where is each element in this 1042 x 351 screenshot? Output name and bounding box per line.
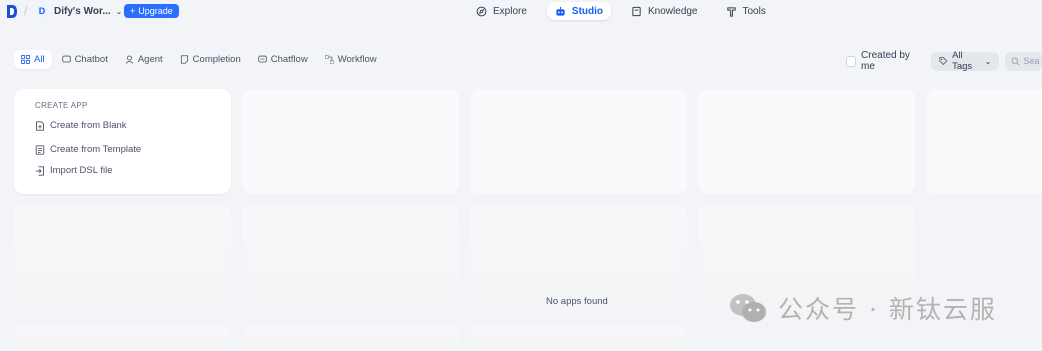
nav-knowledge-label: Knowledge: [648, 5, 698, 17]
watermark: 公众号 · 新钛云服: [728, 290, 997, 326]
book-icon: [632, 6, 641, 16]
app-card-placeholder: [926, 89, 1042, 194]
robot-icon: [556, 6, 565, 16]
create-from-blank-label: Create from Blank: [50, 120, 127, 131]
app-type-tabs: All Chatbot Agent Completion Chatflow Wo…: [14, 50, 384, 69]
create-from-template-button[interactable]: Create from Template: [35, 144, 141, 155]
tab-chatbot[interactable]: Chatbot: [55, 50, 115, 69]
created-by-me-label: Created by me: [861, 50, 910, 72]
app-card-placeholder: [698, 89, 915, 194]
created-by-me-filter[interactable]: Created by me: [846, 50, 919, 72]
app-card-placeholder: [14, 325, 231, 351]
nav-tools[interactable]: Tools: [718, 2, 774, 20]
search-input[interactable]: Sea: [1005, 51, 1042, 71]
tab-all[interactable]: All: [14, 50, 52, 69]
workflow-icon: [324, 55, 334, 64]
dify-logo-icon[interactable]: [6, 4, 18, 19]
blank-file-icon: [36, 120, 44, 131]
import-dsl-label: Import DSL file: [50, 165, 113, 176]
grid-icon: [21, 55, 30, 64]
nav-explore[interactable]: Explore: [468, 2, 535, 20]
tag-icon: [939, 57, 948, 66]
tab-all-label: All: [34, 54, 45, 65]
workspace-avatar: D: [35, 4, 49, 18]
chevron-down-icon: ⌄: [115, 6, 123, 16]
top-bar: / D Dify's Wor... ⌄ + Upgrade Explore St…: [0, 0, 1042, 28]
breadcrumb-separator: /: [24, 4, 28, 18]
filter-bar: Created by me All Tags ⌄ Sea: [846, 50, 1042, 72]
hammer-icon: [726, 6, 736, 17]
app-card-placeholder: [470, 325, 687, 351]
nav-tools-label: Tools: [742, 5, 766, 17]
tab-chatflow[interactable]: Chatflow: [251, 50, 315, 69]
created-by-me-checkbox[interactable]: [846, 55, 857, 67]
tab-agent[interactable]: Agent: [118, 50, 170, 69]
app-card-placeholder: [242, 325, 459, 351]
app-card-placeholder: [470, 89, 687, 194]
tab-workflow-label: Workflow: [337, 54, 377, 65]
nav-knowledge[interactable]: Knowledge: [623, 2, 705, 20]
tab-completion[interactable]: Completion: [173, 50, 248, 69]
plus-icon: +: [130, 6, 136, 16]
compass-icon: [476, 6, 487, 16]
chevron-down-icon: ⌄: [984, 56, 992, 66]
nav-explore-label: Explore: [493, 5, 527, 17]
workspace-name: Dify's Wor...: [54, 5, 111, 17]
chatflow-icon: [258, 55, 267, 63]
tab-agent-label: Agent: [137, 54, 163, 65]
tab-completion-label: Completion: [192, 54, 241, 65]
tags-dropdown[interactable]: All Tags ⌄: [931, 50, 1000, 72]
tab-chatbot-label: Chatbot: [74, 54, 108, 65]
tab-workflow[interactable]: Workflow: [318, 50, 384, 69]
watermark-text: 公众号 · 新钛云服: [778, 295, 997, 324]
upgrade-button[interactable]: + Upgrade: [124, 4, 179, 18]
create-app-title: CREATE APP: [35, 101, 88, 110]
create-app-card: CREATE APP Create from Blank Create from…: [14, 89, 231, 194]
empty-state-message: No apps found: [546, 296, 608, 307]
main-nav: Explore Studio Knowledge Tools: [468, 2, 774, 20]
import-dsl-button[interactable]: Import DSL file: [35, 165, 112, 176]
tags-label: All Tags: [952, 50, 973, 72]
nav-studio[interactable]: Studio: [546, 2, 612, 20]
search-icon: [1012, 57, 1020, 65]
import-icon: [35, 165, 44, 176]
create-from-template-label: Create from Template: [50, 144, 142, 155]
agent-icon: [125, 55, 134, 64]
app-card-placeholder: [242, 89, 459, 194]
template-icon: [35, 144, 45, 155]
wechat-icon: [730, 294, 766, 322]
document-icon: [180, 55, 188, 64]
nav-studio-label: Studio: [571, 5, 604, 17]
app-card-placeholder: [14, 205, 231, 315]
search-placeholder: Sea: [1023, 56, 1040, 66]
create-from-blank-button[interactable]: Create from Blank: [35, 120, 127, 131]
upgrade-label: Upgrade: [138, 6, 173, 16]
chat-icon: [61, 55, 71, 63]
workspace-selector[interactable]: D Dify's Wor... ⌄: [35, 3, 122, 19]
tab-chatflow-label: Chatflow: [270, 54, 308, 65]
app-card-placeholder: [242, 205, 459, 315]
